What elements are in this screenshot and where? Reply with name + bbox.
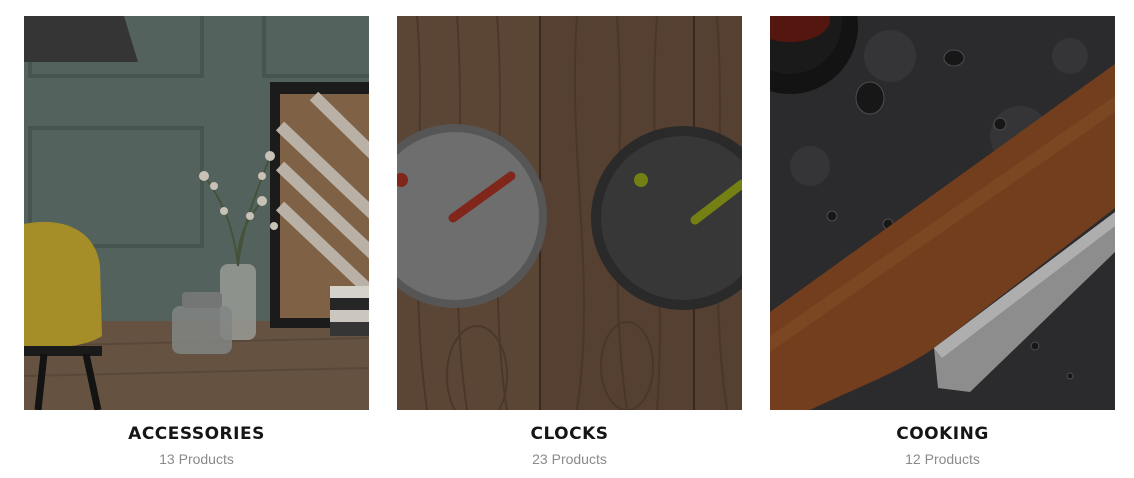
category-product-count: 23 Products <box>532 451 607 467</box>
category-card-clocks[interactable]: CLOCKS 23 Products <box>397 16 742 468</box>
category-title[interactable]: ACCESSORIES <box>128 424 265 444</box>
category-grid: ACCESSORIES 13 Products CLOCKS 23 Produc… <box>24 16 1116 468</box>
category-product-count: 13 Products <box>159 451 234 467</box>
category-title[interactable]: COOKING <box>896 424 989 444</box>
category-image-accessories[interactable] <box>24 16 369 410</box>
category-card-cooking[interactable]: COOKING 12 Products <box>770 16 1115 468</box>
category-product-count: 12 Products <box>905 451 980 467</box>
category-image-clocks[interactable] <box>397 16 742 410</box>
category-title[interactable]: CLOCKS <box>530 424 608 444</box>
category-card-accessories[interactable]: ACCESSORIES 13 Products <box>24 16 369 468</box>
category-image-cooking[interactable] <box>770 16 1115 410</box>
